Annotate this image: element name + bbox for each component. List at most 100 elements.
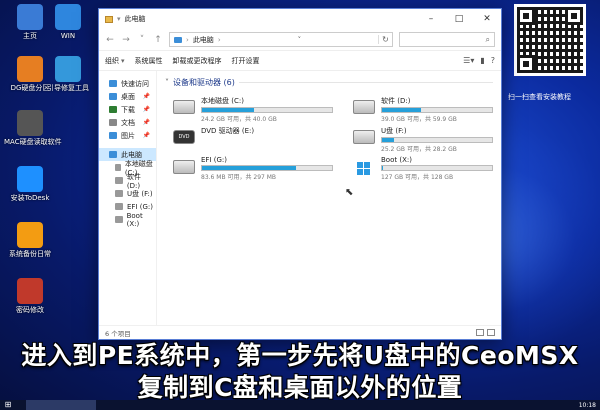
devices-group-header[interactable]: ˅ 设备和驱动器 (6) xyxy=(165,77,493,88)
subtitle-line-2: 复制到C盘和桌面以外的位置 xyxy=(137,373,463,402)
star-icon xyxy=(109,80,117,87)
search-input[interactable]: ⌕ xyxy=(399,32,495,47)
address-bar[interactable]: › 此电脑 › ˅ ↻ xyxy=(169,32,393,47)
nav-item[interactable]: 文档 📌 xyxy=(99,116,156,129)
drive-usage-bar xyxy=(201,165,333,171)
properties-button[interactable]: 系统属性 xyxy=(135,56,163,66)
nav-item[interactable]: Boot (X:) xyxy=(99,212,156,228)
details-view-icon[interactable] xyxy=(476,329,484,336)
drive-name: DVD 驱动器 (E:) xyxy=(201,127,255,135)
address-path: 此电脑 xyxy=(192,35,214,44)
desktop-icon[interactable]: 安装ToDesk xyxy=(4,166,56,203)
view-options-icon[interactable]: ☰▾ xyxy=(463,56,474,65)
hdd-icon xyxy=(353,130,375,144)
folder-icon xyxy=(109,93,117,100)
address-dropdown-icon[interactable]: ˅ xyxy=(294,36,304,44)
desktop-icon[interactable]: 引导修复工具 xyxy=(42,56,94,93)
close-button[interactable]: ✕ xyxy=(473,9,501,29)
search-icon: ⌕ xyxy=(485,34,490,44)
nav-item-label: 文档 xyxy=(121,118,135,127)
content-pane: ˅ 设备和驱动器 (6) 本地磁盘 (C:) 24.2 GB 可用，共 40.0 … xyxy=(157,71,501,325)
drive-free-space: 25.2 GB 可用，共 28.2 GB xyxy=(381,146,457,153)
drive-name: Boot (X:) xyxy=(381,156,412,164)
up-arrow-icon[interactable]: ↑ xyxy=(153,35,163,45)
folder-icon xyxy=(109,119,117,126)
dvd-icon: DVD xyxy=(173,130,195,144)
folder-icon xyxy=(109,106,117,113)
todesk-icon xyxy=(17,166,43,192)
nav-item[interactable]: U盘 (F:) xyxy=(99,187,156,200)
explorer-window[interactable]: ▾ 此电脑 – □ ✕ ← → ˅ ↑ › 此电脑 › ˅ ↻ ⌕ 组织 ▾ 系统… xyxy=(98,8,502,340)
desktop-icon-label: 引导修复工具 xyxy=(47,84,89,92)
nav-item[interactable]: 桌面 📌 xyxy=(99,90,156,103)
recent-locations-icon[interactable]: ˅ xyxy=(137,35,147,45)
back-arrow-icon[interactable]: ← xyxy=(105,35,115,45)
desktop-icon[interactable]: 密码修改 xyxy=(4,278,56,315)
navigation-pane: 快速访问 桌面 📌 下载 📌 文档 📌 图片 📌 此电脑 本地磁盘 (C:) 软件 (D:) U盘 (F… xyxy=(99,71,157,325)
large-icons-view-icon[interactable] xyxy=(487,329,495,336)
maximize-button[interactable]: □ xyxy=(445,9,473,29)
subtitle-line-1: 进入到PE系统中，第一步先将U盘中的CeoMSX xyxy=(21,341,579,370)
open-settings-button[interactable]: 打开设置 xyxy=(232,56,260,66)
pin-icon: 📌 xyxy=(142,93,150,100)
title-bar[interactable]: ▾ 此电脑 – □ ✕ xyxy=(99,9,501,29)
taskbar-app-explorer[interactable] xyxy=(26,400,96,410)
minimize-button[interactable]: – xyxy=(417,9,445,29)
drive-item[interactable]: Boot (X:) 127 GB 可用，共 128 GB xyxy=(353,156,493,181)
desktop-icon[interactable]: WIN xyxy=(42,4,94,41)
uninstall-button[interactable]: 卸载或更改程序 xyxy=(173,56,222,66)
start-button[interactable]: ⊞ xyxy=(0,400,16,410)
computer-icon xyxy=(17,4,43,30)
desktop-icon-label: WIN xyxy=(60,32,76,40)
mouse-cursor-icon: ⬉ xyxy=(345,187,354,198)
nav-item-label: 快速访问 xyxy=(121,79,149,88)
qr-code xyxy=(514,4,586,76)
quick-access-toolbar-icon[interactable]: ▾ xyxy=(117,15,121,23)
drive-free-space: 39.0 GB 可用，共 59.9 GB xyxy=(381,116,457,123)
desktop-icon-label: MAC硬盘读取软件 xyxy=(4,138,62,146)
drive-item[interactable]: 本地磁盘 (C:) 24.2 GB 可用，共 40.0 GB xyxy=(173,96,333,123)
apple-icon xyxy=(17,110,43,136)
help-icon[interactable]: ? xyxy=(491,56,495,65)
drive-icon xyxy=(115,164,121,171)
nav-item[interactable]: 图片 📌 xyxy=(99,129,156,142)
drive-name: 本地磁盘 (C:) xyxy=(201,97,244,105)
pin-icon: 📌 xyxy=(142,119,150,126)
drive-item[interactable]: EFI (G:) 83.6 MB 可用，共 297 MB xyxy=(173,156,333,181)
preview-pane-icon[interactable]: ▮ xyxy=(480,56,484,65)
pin-icon: 📌 xyxy=(142,132,150,139)
group-title: 设备和驱动器 (6) xyxy=(173,78,235,87)
drive-usage-bar xyxy=(201,107,333,113)
organize-menu[interactable]: 组织 xyxy=(105,56,119,66)
drive-list: 本地磁盘 (C:) 24.2 GB 可用，共 40.0 GB 软件 (D:) 39.0… xyxy=(165,96,493,181)
forward-arrow-icon[interactable]: → xyxy=(121,35,131,45)
drive-icon xyxy=(115,216,123,223)
chevron-down-icon: ˅ xyxy=(165,78,169,87)
desktop-icon-label: 安装ToDesk xyxy=(10,194,50,202)
drive-icon xyxy=(115,203,123,210)
nav-item[interactable]: 软件 (D:) xyxy=(99,173,156,190)
nav-item[interactable]: 下载 📌 xyxy=(99,103,156,116)
drive-item[interactable]: DVD DVD 驱动器 (E:) xyxy=(173,126,333,148)
drive-name: 软件 (D:) xyxy=(381,97,411,105)
nav-item[interactable]: 快速访问 xyxy=(99,77,156,90)
drive-usage-bar xyxy=(381,137,493,143)
drive-free-space: 127 GB 可用，共 128 GB xyxy=(381,174,454,181)
drive-item[interactable]: 软件 (D:) 39.0 GB 可用，共 59.9 GB xyxy=(353,96,493,123)
drive-icon xyxy=(115,190,123,197)
desktop-icon[interactable]: 系统备份日常 xyxy=(4,222,56,259)
drive-usage-bar xyxy=(381,165,493,171)
gear-icon xyxy=(17,222,43,248)
folder-icon xyxy=(109,151,117,158)
window-title: 此电脑 xyxy=(124,15,146,23)
hdd-icon xyxy=(353,100,375,114)
wrench-icon xyxy=(55,56,81,82)
drive-name: U盘 (F:) xyxy=(381,127,407,135)
dg-icon xyxy=(17,56,43,82)
refresh-icon[interactable]: ↻ xyxy=(378,35,392,44)
hdd-icon xyxy=(173,160,195,174)
drive-item[interactable]: U盘 (F:) 25.2 GB 可用，共 28.2 GB xyxy=(353,126,493,153)
nav-item-label: 桌面 xyxy=(121,92,135,101)
desktop-icon[interactable]: MAC硬盘读取软件 xyxy=(4,110,62,147)
nav-item-label: EFI (G:) xyxy=(127,202,153,211)
